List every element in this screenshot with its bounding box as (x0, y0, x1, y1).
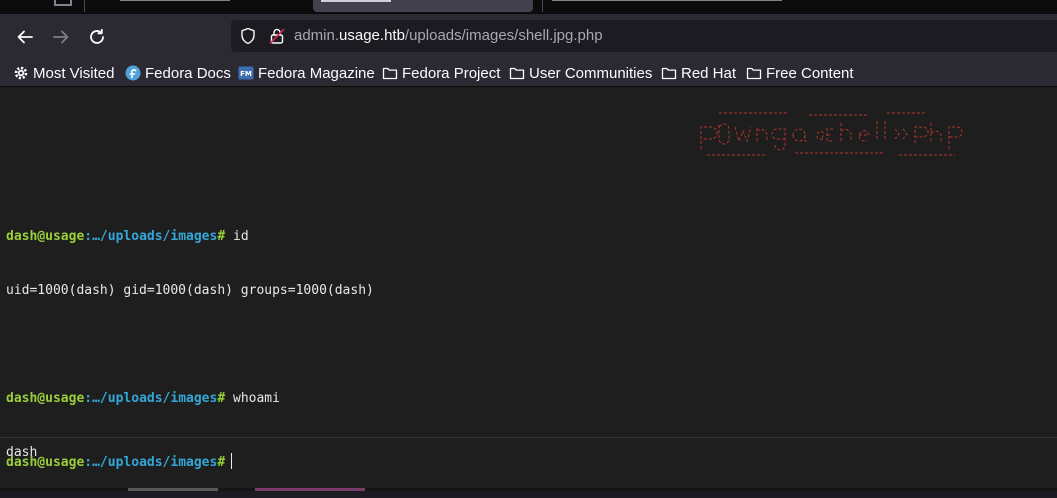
gear-icon (13, 65, 29, 81)
command-text: whoami (233, 391, 280, 406)
forward-button[interactable] (46, 23, 76, 51)
prompt-path: :…/uploads/images (84, 391, 218, 406)
bookmark-label: Fedora Project (402, 64, 501, 82)
bookmark-folder-fedora-project[interactable]: Fedora Project (382, 63, 500, 83)
fedora-icon (125, 65, 141, 81)
url-host: usage.htb (339, 27, 405, 44)
command-line: dash@usage:…/uploads/images# id (6, 228, 374, 246)
back-arrow-icon (17, 30, 33, 44)
bookmark-folder-user-communities[interactable]: User Communities (509, 63, 652, 83)
folder-icon (382, 65, 398, 81)
command-text: id (233, 229, 249, 244)
command-input[interactable]: dash@usage:…/uploads/images# (6, 453, 233, 472)
prompt-hash: # (217, 455, 226, 470)
bookmarks-toolbar: Most Visited Fedora Docs FM Fedora Magaz… (0, 60, 1057, 87)
tab-strip (0, 0, 1057, 14)
bookmark-label: Fedora Magazine (258, 64, 375, 82)
bookmark-label: User Communities (529, 64, 653, 82)
url-bar[interactable]: admin.usage.htb/uploads/images/shell.jpg… (231, 20, 1057, 52)
ascii-art-banner (699, 109, 971, 164)
folder-icon (509, 65, 525, 81)
reload-button[interactable] (82, 23, 112, 51)
forward-arrow-icon (53, 30, 69, 44)
prompt-user-host: dash@usage (6, 391, 85, 406)
web-shell-page: dash@usage:…/uploads/images# id uid=1000… (0, 87, 1057, 491)
bookmark-folder-free-content[interactable]: Free Content (746, 63, 854, 83)
tracking-protection-shield-icon[interactable] (239, 27, 257, 50)
tab-separator (542, 0, 543, 12)
bookmark-label: Fedora Docs (145, 64, 231, 82)
tab-separator (84, 0, 85, 12)
url-path: /uploads/images/shell.jpg.php (404, 27, 603, 44)
prompt-user-host: dash@usage (6, 455, 85, 470)
tab-icon (54, 0, 72, 6)
reload-icon (90, 28, 104, 44)
prompt-path: :…/uploads/images (84, 455, 218, 470)
tab-title-fragment[interactable] (552, 0, 782, 10)
bookmark-fedora-magazine[interactable]: FM Fedora Magazine (238, 63, 375, 83)
bookmark-label: Red Hat (681, 64, 737, 82)
input-divider (0, 437, 1057, 438)
bookmark-label: Most Visited (33, 64, 115, 82)
insecure-lock-icon[interactable] (268, 27, 286, 50)
fedora-magazine-icon: FM (238, 65, 254, 81)
url-text[interactable]: admin.usage.htb/uploads/images/shell.jpg… (294, 27, 603, 45)
tab-title-fragment[interactable] (120, 0, 230, 10)
folder-icon (661, 65, 677, 81)
prompt-user-host: dash@usage (6, 229, 85, 244)
command-line: dash@usage:…/uploads/images# whoami (6, 390, 374, 408)
folder-icon (746, 65, 762, 81)
url-prefix: admin. (294, 27, 340, 44)
svg-text:FM: FM (240, 70, 252, 78)
prompt-hash: # (217, 229, 226, 244)
bookmark-fedora-docs[interactable]: Fedora Docs (125, 63, 231, 83)
bookmark-folder-red-hat[interactable]: Red Hat (661, 63, 736, 83)
bookmark-most-visited[interactable]: Most Visited (13, 63, 114, 83)
prompt-hash: # (217, 391, 226, 406)
prompt-path: :…/uploads/images (84, 229, 218, 244)
navigation-toolbar: admin.usage.htb/uploads/images/shell.jpg… (0, 14, 1057, 60)
command-output: uid=1000(dash) gid=1000(dash) groups=100… (6, 283, 374, 298)
text-cursor (231, 453, 233, 469)
back-button[interactable] (10, 23, 40, 51)
bookmark-label: Free Content (766, 64, 854, 82)
tab-active[interactable] (313, 0, 533, 12)
